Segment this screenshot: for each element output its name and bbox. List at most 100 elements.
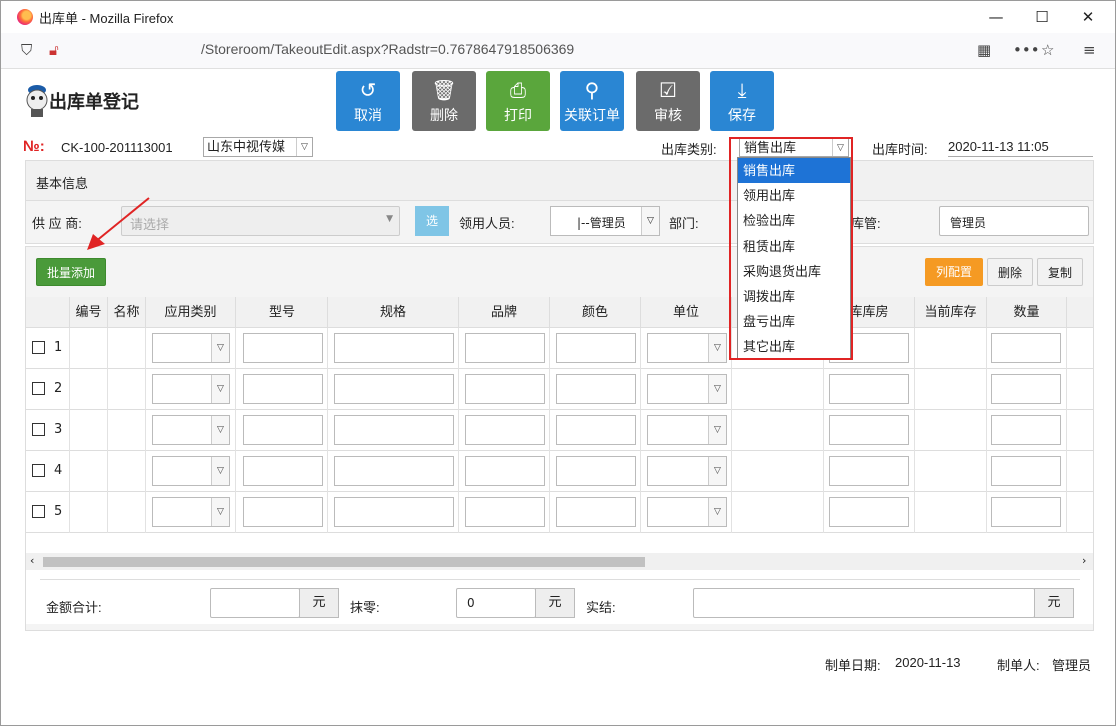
brand-input[interactable]: [465, 497, 545, 527]
scrollbar-thumb[interactable]: [43, 557, 645, 567]
color-input[interactable]: [556, 333, 636, 363]
warehouse-input[interactable]: [829, 415, 909, 445]
copy-row-button[interactable]: 复制: [1037, 258, 1083, 286]
company-select[interactable]: 山东中视传媒 ▽: [203, 137, 313, 157]
menu-icon[interactable]: ≡: [1083, 41, 1096, 59]
trash-icon: 🗑︎: [431, 80, 457, 102]
spec-input[interactable]: [334, 456, 454, 486]
window-title: 出库单 - Mozilla Firefox: [39, 11, 174, 26]
rounding-input[interactable]: 0: [456, 588, 536, 618]
brand-input[interactable]: [465, 374, 545, 404]
maximize-icon[interactable]: ☐: [1019, 1, 1065, 33]
quantity-input[interactable]: [991, 456, 1061, 486]
category-select[interactable]: ▽: [152, 456, 230, 486]
address-bar[interactable]: ⛉ 🔓︎ /Storeroom/TakeoutEdit.aspx?Radstr=…: [1, 33, 1115, 69]
quantity-input[interactable]: [991, 415, 1061, 445]
more-icon[interactable]: •••: [1013, 41, 1040, 59]
color-input[interactable]: [556, 456, 636, 486]
spec-input[interactable]: [334, 497, 454, 527]
quantity-input[interactable]: [991, 497, 1061, 527]
brand-input[interactable]: [465, 333, 545, 363]
brand-input[interactable]: [465, 415, 545, 445]
shield-icon[interactable]: ⛉: [21, 41, 32, 59]
table-row: 5 ▽ ▽: [26, 492, 1093, 533]
save-button[interactable]: ⤓ 保存: [710, 71, 774, 131]
scroll-left-icon[interactable]: ‹: [30, 554, 34, 567]
time-value[interactable]: 2020-11-13 11:05: [948, 139, 1093, 157]
basic-info-title: 基本信息: [36, 176, 89, 191]
column-config-button[interactable]: 列配置: [925, 258, 983, 286]
chevron-down-icon: ▽: [641, 207, 659, 235]
model-input[interactable]: [243, 456, 323, 486]
delete-button[interactable]: 🗑︎ 删除: [412, 71, 476, 131]
insecure-lock-icon[interactable]: 🔓︎: [49, 41, 59, 59]
chevron-down-icon: ▽: [211, 416, 229, 444]
row-checkbox[interactable]: [32, 464, 45, 477]
spec-input[interactable]: [334, 415, 454, 445]
review-button[interactable]: ☑ 审核: [636, 71, 700, 131]
cancel-button[interactable]: ↺ 取消: [336, 71, 400, 131]
chevron-down-icon: ▽: [211, 375, 229, 403]
chevron-down-icon: ▽: [708, 375, 726, 403]
amount-input[interactable]: [210, 588, 300, 618]
model-input[interactable]: [243, 497, 323, 527]
delete-row-button[interactable]: 删除: [987, 258, 1033, 286]
quantity-input[interactable]: [991, 333, 1061, 363]
unit-select[interactable]: ▽: [647, 415, 727, 445]
horizontal-scrollbar[interactable]: ‹ ›: [26, 553, 1093, 570]
grid-line: [327, 328, 328, 533]
row-checkbox[interactable]: [32, 341, 45, 354]
color-input[interactable]: [556, 374, 636, 404]
close-icon[interactable]: ✕: [1065, 1, 1111, 33]
date-value: 2020-11-13: [895, 655, 961, 670]
column-header: [26, 297, 70, 328]
download-icon: ⤓: [737, 80, 747, 102]
table-body: 1 ▽ ▽ 2 ▽ ▽ 3 ▽ ▽ 4 ▽ ▽ 5 ▽ ▽: [26, 328, 1093, 538]
category-select[interactable]: ▽: [152, 497, 230, 527]
chevron-down-icon: ▽: [296, 138, 312, 156]
column-header: 规格: [328, 297, 459, 328]
chevron-down-icon: ▽: [708, 334, 726, 362]
row-checkbox[interactable]: [32, 382, 45, 395]
unit-select[interactable]: ▽: [647, 374, 727, 404]
unit-select[interactable]: ▽: [647, 333, 727, 363]
warehouse-input[interactable]: [829, 456, 909, 486]
print-label: 打印: [504, 107, 532, 123]
link-order-button[interactable]: ⚲ 关联订单: [560, 71, 624, 131]
batch-add-button[interactable]: 批量添加: [36, 258, 106, 286]
model-input[interactable]: [243, 415, 323, 445]
table-row: 1 ▽ ▽: [26, 328, 1093, 369]
caret-down-icon: ▼: [386, 214, 393, 224]
keeper-value: 管理员: [950, 216, 987, 230]
page-title: 出库单登记: [49, 92, 139, 112]
url-text[interactable]: /Storeroom/TakeoutEdit.aspx?Radstr=0.767…: [201, 41, 574, 57]
warehouse-input[interactable]: [829, 374, 909, 404]
category-select[interactable]: ▽: [152, 374, 230, 404]
bookmark-star-icon[interactable]: ☆: [1041, 41, 1054, 59]
category-select[interactable]: ▽: [152, 415, 230, 445]
recipient-select[interactable]: |--管理员 ▽: [550, 206, 660, 236]
supplier-select[interactable]: 请选择 ▼: [121, 206, 400, 236]
row-checkbox[interactable]: [32, 423, 45, 436]
brand-input[interactable]: [465, 456, 545, 486]
warehouse-input[interactable]: [829, 497, 909, 527]
spec-input[interactable]: [334, 333, 454, 363]
undo-icon: ↺: [359, 80, 377, 102]
row-checkbox[interactable]: [32, 505, 45, 518]
category-select[interactable]: ▽: [152, 333, 230, 363]
model-input[interactable]: [243, 374, 323, 404]
model-input[interactable]: [243, 333, 323, 363]
spec-input[interactable]: [334, 374, 454, 404]
unit-select[interactable]: ▽: [647, 456, 727, 486]
select-supplier-button[interactable]: 选: [415, 206, 449, 236]
keeper-input[interactable]: 管理员: [939, 206, 1089, 236]
minimize-icon[interactable]: —: [973, 1, 1019, 33]
color-input[interactable]: [556, 415, 636, 445]
unit-select[interactable]: ▽: [647, 497, 727, 527]
scroll-right-icon[interactable]: ›: [1082, 554, 1086, 567]
color-input[interactable]: [556, 497, 636, 527]
print-button[interactable]: ⎙ 打印: [486, 71, 550, 131]
actual-input[interactable]: [693, 588, 1035, 618]
qr-code-icon[interactable]: ▦: [977, 41, 991, 59]
quantity-input[interactable]: [991, 374, 1061, 404]
